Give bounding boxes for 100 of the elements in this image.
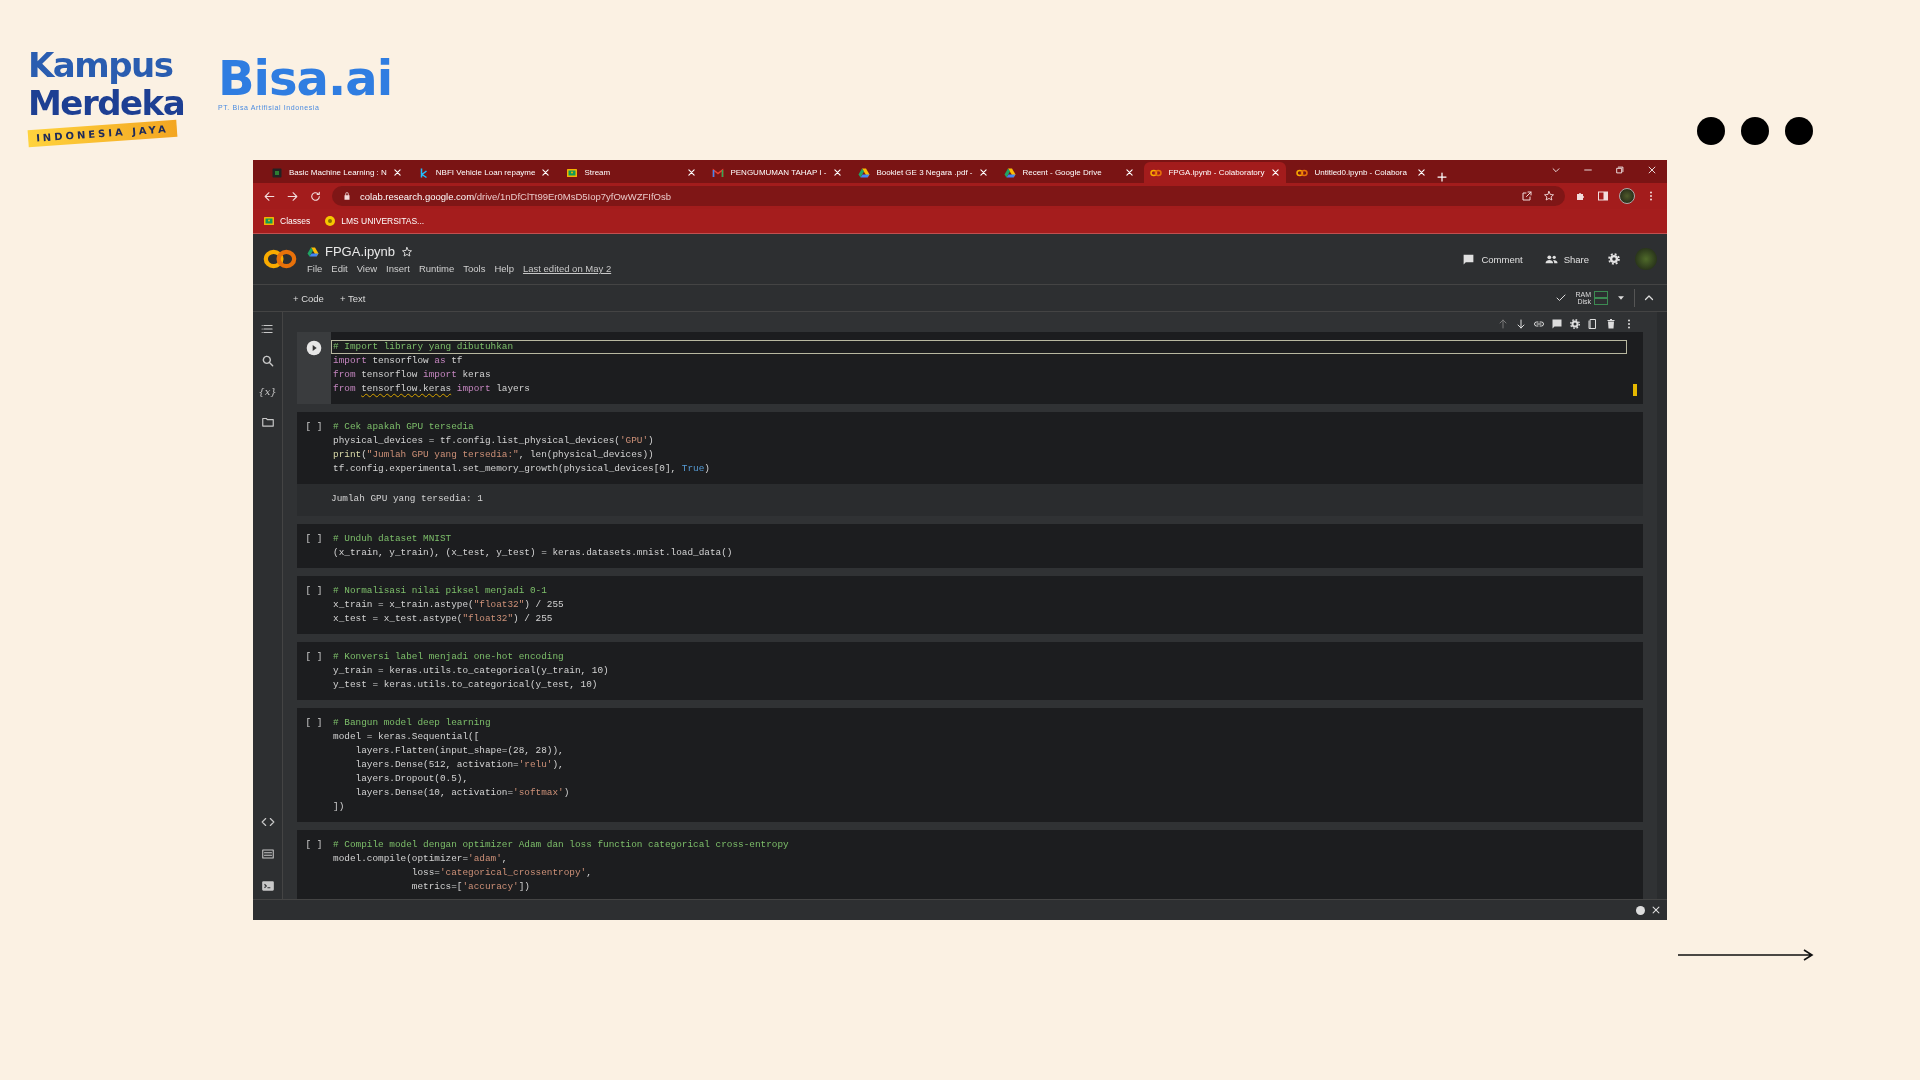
close-icon[interactable] [1647,164,1657,175]
code-line: model.compile(optimizer='adam', [332,852,509,866]
menu-icon[interactable] [260,322,275,336]
comment-button[interactable]: Comment [1458,249,1527,269]
arrow-down-icon[interactable] [1515,318,1527,330]
code-cell[interactable]: [ ] # Compile model dengan optimizer Adam dan loss function categorical cross-entropy model.compile(optimizer='adam', loss='categorical_crossentropy', metrics=['accuracy']) [297,830,1643,899]
last-edited-link[interactable]: Last edited on May 2 [523,263,612,274]
triangle-icon [307,245,319,258]
browser-tab[interactable]: PENGUMUMAN TAHAP I - [706,162,849,183]
mirror-icon[interactable] [1587,318,1599,330]
code-line: x_train = x_train.astype("float32") / 255 [332,598,565,612]
close-icon[interactable] [392,168,402,177]
code-cell[interactable]: # Import library yang dibutuhkan import tensorflow as tf from tensorflow import keras from tensorflow.keras import layers [297,332,1643,404]
logo-text: Merdeka [28,84,185,122]
menu-item[interactable]: Help [494,263,514,274]
code-line: y_train = keras.utils.to_categorical(y_train, 10) [332,664,610,678]
code-cell[interactable]: [ ] # Unduh dataset MNIST (x_train, y_train), (x_test, y_test) = keras.datasets.mnist.load_data() [297,524,1643,568]
avatar-icon[interactable] [1619,188,1635,204]
board-icon [566,166,579,179]
menu-item[interactable]: Tools [463,263,486,274]
menu-item[interactable]: File [307,263,323,274]
reload-icon[interactable] [309,189,322,203]
run-prompt[interactable]: [ ] [305,716,323,730]
run-prompt[interactable]: [ ] [305,420,323,434]
link-icon[interactable] [1533,318,1545,330]
cell-output: Jumlah GPU yang tersedia: 1 [297,484,1643,516]
check-icon[interactable] [1555,292,1568,304]
forward-icon[interactable] [286,189,299,203]
folder-icon[interactable] [260,415,275,429]
close-icon[interactable] [1651,905,1661,915]
terminal-icon[interactable] [260,879,275,893]
code-line: loss='categorical_crossentropy', [410,866,593,880]
browser-tab[interactable]: Basic Machine Learning : N [265,162,408,183]
code-line: # Bangun model deep learning [332,716,492,730]
notebook-title[interactable]: FPGA.ipynb [325,244,396,259]
menu-item[interactable]: Edit [331,263,348,274]
browser-tab[interactable]: Recent - Google Drive [998,162,1141,183]
code-line: from tensorflow import keras [332,368,492,382]
menu-item[interactable]: View [356,263,378,274]
board-icon [263,215,275,227]
variables-icon[interactable]: {x} [258,386,277,397]
new-tab-icon[interactable] [1436,171,1449,183]
address-field[interactable]: colab.research.google.com/drive/1nDfClTt99Er0MsD5Iop7yfOwWZFIfOsb [332,186,1565,206]
play-icon[interactable] [306,340,322,356]
browser-tab[interactable]: Untitled0.ipynb - Colabora [1290,162,1433,183]
delete-icon[interactable] [1605,318,1617,330]
triangle-icon [858,166,871,179]
code-line: layers.Dropout(0.5), [354,772,470,786]
restore-icon[interactable] [1615,164,1625,175]
arrow-up-icon[interactable] [1497,318,1509,330]
scrollbar-track[interactable] [1657,312,1667,899]
run-prompt[interactable]: [ ] [305,584,323,598]
logo-text: Kampus [28,46,173,84]
badge-icon [324,215,337,227]
star-icon[interactable] [1543,190,1555,202]
bookmark[interactable]: LMS UNIVERSITAS... [324,215,425,227]
scroll-marker [1633,384,1637,396]
star-icon[interactable] [401,245,414,258]
run-prompt[interactable]: [ ] [305,650,323,664]
share-icon[interactable] [1521,190,1533,202]
back-icon[interactable] [263,189,276,203]
code-cell[interactable]: [ ] # Normalisasi nilai piksel menjadi 0-1 x_train = x_train.astype("float32") / 255 x_test = x_test.astype("float32") / 255 [297,576,1643,634]
browser-tab[interactable]: Booklet GE 3 Negara .pdf - [852,162,995,183]
browser-tab[interactable]: FPGA.ipynb - Colaboratory [1144,162,1287,183]
settings-icon[interactable] [1569,318,1581,330]
list-icon[interactable] [260,847,275,861]
lock-icon [342,191,352,201]
menu-item[interactable]: Runtime [418,263,455,274]
browser-tab[interactable]: NBFI Vehicle Loan repayme [411,162,557,183]
settings-icon[interactable] [1607,252,1621,266]
menu-item[interactable]: Insert [386,263,410,274]
code-line: # Import library yang dibutuhkan [331,340,1627,354]
run-prompt[interactable]: [ ] [305,532,323,546]
share-button[interactable]: Share [1540,249,1593,269]
code-cell[interactable]: [ ] # Konversi label menjadi one-hot encoding y_train = keras.utils.to_categorical(y_train, 10) y_test = keras.utils.to_categorical(y_test, 10) [297,642,1643,700]
code-line: layers.Dense(512, activation='relu'), [354,758,565,772]
bookmark[interactable]: Classes [263,215,311,227]
code-line: y_test = keras.utils.to_categorical(y_test, 10) [332,678,599,692]
code-line: layers.Dense(10, activation='softmax') [354,786,571,800]
side-panel-icon[interactable] [1597,190,1609,202]
puzzle-icon[interactable] [1575,190,1587,202]
code-icon[interactable] [260,815,275,829]
browser-tab[interactable]: Stream [560,162,703,183]
add-cell-button[interactable]: + Code [287,290,330,306]
code-line: # Konversi label menjadi one-hot encoding [332,650,565,664]
run-prompt[interactable]: [ ] [305,838,323,852]
code-line: ]) [332,800,346,814]
code-line: from tensorflow.keras import layers [332,382,531,396]
code-line: metrics=['accuracy']) [410,880,531,894]
code-line: tf.config.experimental.set_memory_growth(physical_devices[0], True) [332,462,711,476]
code-line: # Cek apakah GPU tersedia [332,420,475,434]
search-icon[interactable] [260,354,275,368]
code-line: physical_devices = tf.config.list_physical_devices('GPU') [332,434,655,448]
comment-icon[interactable] [1551,318,1563,330]
page-icon [271,166,283,179]
code-line: print("Jumlah GPU yang tersedia:", len(physical_devices)) [332,448,655,462]
add-cell-button[interactable]: + Text [333,290,372,306]
code-line: x_test = x_test.astype("float32") / 255 [332,612,554,626]
code-cell[interactable]: [ ] # Bangun model deep learning model = keras.Sequential([ layers.Flatten(input_shape=(28, 28)), layers.Dense(512, activation='relu'), layers.Dropout(0.5), layers.Dense(10, activation='softmax') ]) [297,708,1643,822]
code-line: # Compile model dengan optimizer Adam dan loss function categorical cross-entropy [332,838,790,852]
